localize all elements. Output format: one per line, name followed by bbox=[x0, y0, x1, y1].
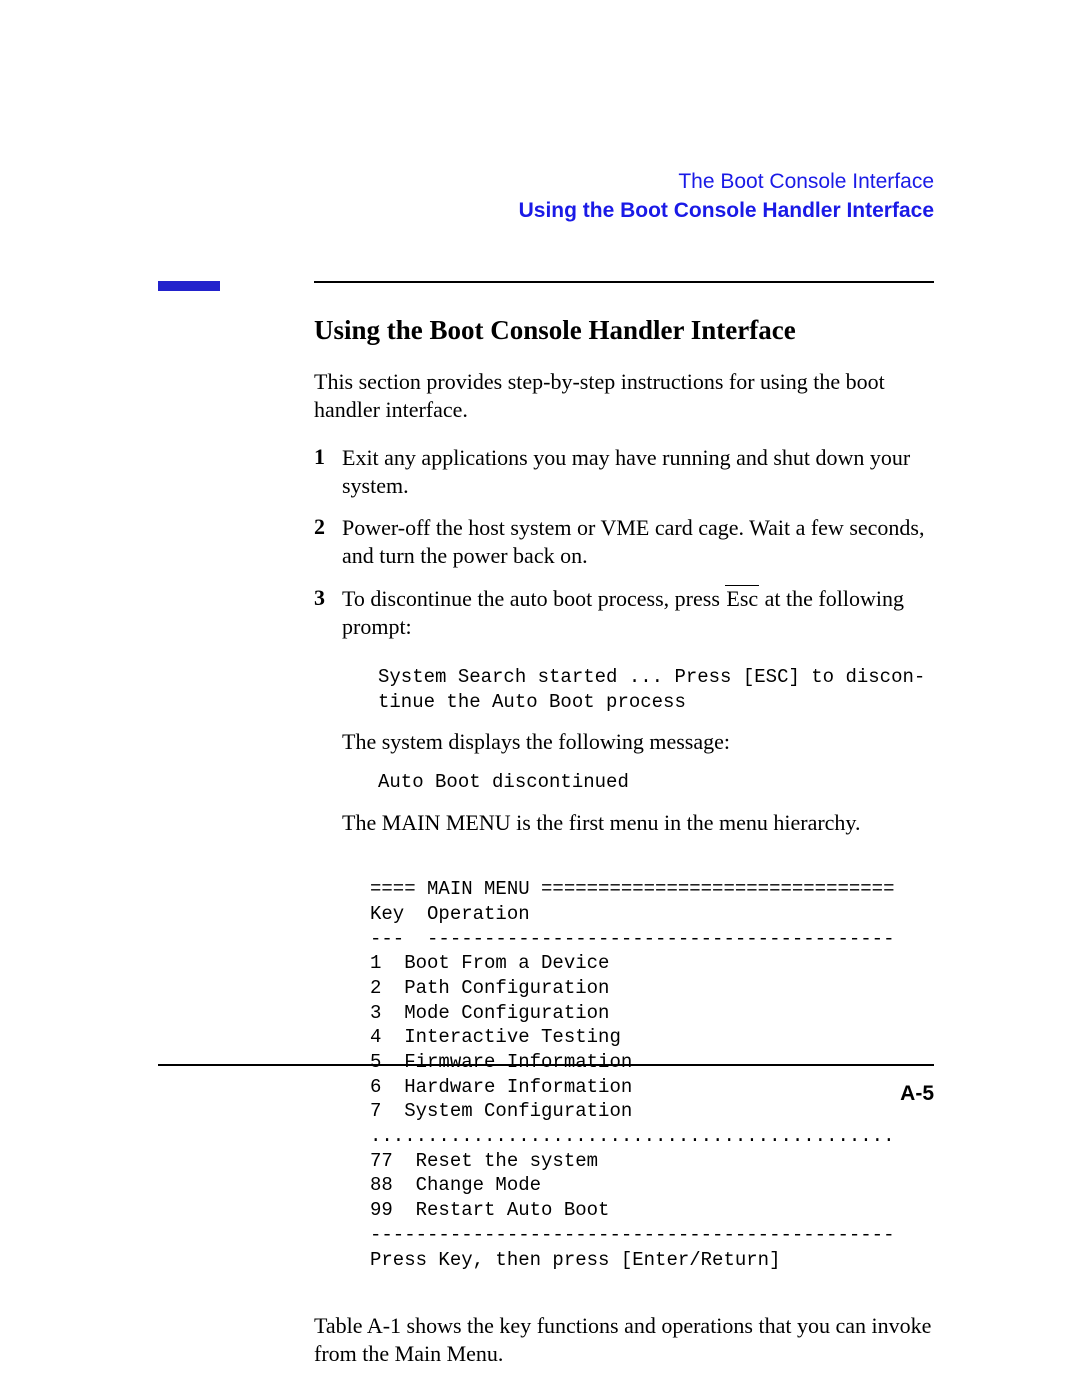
step-text: Exit any applications you may have runni… bbox=[342, 444, 934, 500]
sub-paragraph: The MAIN MENU is the first menu in the m… bbox=[342, 809, 934, 837]
section-heading: Using the Boot Console Handler Interface bbox=[314, 315, 934, 346]
header-rule bbox=[158, 281, 934, 291]
code-block-discontinued: Auto Boot discontinued bbox=[378, 770, 934, 795]
sub-paragraph: The system displays the following messag… bbox=[342, 728, 934, 756]
footer-rule bbox=[158, 1064, 934, 1066]
esc-key-cap: Esc bbox=[725, 585, 759, 611]
page-content: The Boot Console Interface Using the Boo… bbox=[158, 0, 934, 1369]
accent-block bbox=[158, 281, 220, 291]
main-menu-block: ==== MAIN MENU =========================… bbox=[370, 877, 934, 1272]
running-head: The Boot Console Interface Using the Boo… bbox=[158, 168, 934, 225]
chapter-title: The Boot Console Interface bbox=[158, 168, 934, 195]
page-number: A-5 bbox=[900, 1082, 934, 1106]
code-block-search: System Search started ... Press [ESC] to… bbox=[378, 665, 934, 714]
step-item: 1 Exit any applications you may have run… bbox=[314, 444, 934, 500]
step-text-before: To discontinue the auto boot process, pr… bbox=[342, 586, 725, 611]
steps-list: 1 Exit any applications you may have run… bbox=[314, 444, 934, 641]
step-number: 2 bbox=[314, 514, 342, 570]
step-text: To discontinue the auto boot process, pr… bbox=[342, 585, 934, 641]
section-title-running: Using the Boot Console Handler Interface bbox=[158, 197, 934, 224]
step-item: 3 To discontinue the auto boot process, … bbox=[314, 585, 934, 641]
intro-paragraph: This section provides step-by-step instr… bbox=[314, 368, 934, 424]
step-number: 1 bbox=[314, 444, 342, 500]
closing-paragraph: Table A-1 shows the key functions and op… bbox=[314, 1312, 934, 1368]
step-item: 2 Power-off the host system or VME card … bbox=[314, 514, 934, 570]
body-content: Using the Boot Console Handler Interface… bbox=[314, 315, 934, 1369]
step-number: 3 bbox=[314, 585, 342, 641]
horizontal-rule bbox=[314, 281, 934, 283]
step-text: Power-off the host system or VME card ca… bbox=[342, 514, 934, 570]
